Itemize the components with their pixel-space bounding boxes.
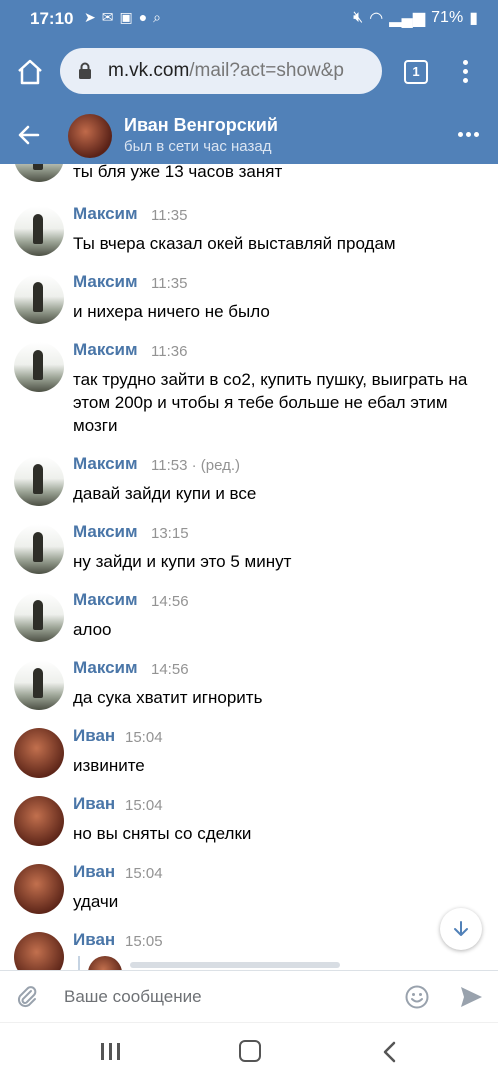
status-bar: 17:10 ➤ ✉ ▣ ● ⌕ 🔇︎ ◠ ▂▄▆ 71% ▮ [0, 0, 498, 38]
back-arrow-icon [18, 125, 40, 145]
message-time: 11:36 [151, 343, 188, 360]
message-time: 14:56 [151, 593, 189, 610]
status-time: 17:10 [30, 9, 74, 28]
chevron-left-icon [383, 1041, 396, 1063]
message-time: 15:05 [125, 933, 163, 950]
paperclip-icon [17, 986, 37, 1008]
emoji-icon [405, 985, 429, 1009]
gallery-icon: ▣ [119, 9, 133, 25]
forwarded-preview [130, 962, 340, 968]
system-icons: 🔇︎ ◠ ▂▄▆ 71% ▮ [353, 8, 478, 28]
author-avatar[interactable] [14, 592, 64, 642]
chat-header: Иван Венгорский был в сети час назад [0, 106, 498, 164]
battery-icon: ▮ [469, 10, 478, 27]
author-name[interactable]: Максим [73, 272, 138, 292]
message-time: 13:15 [151, 525, 189, 542]
message-text: удачи [73, 892, 119, 911]
notification-icons: ➤ ✉ ▣ ● ⌕ [84, 9, 161, 26]
signal-icon: ▂▄▆ [389, 10, 426, 27]
message-time: 11:35 [151, 275, 188, 292]
send-icon [461, 987, 482, 1007]
home-button[interactable] [14, 56, 46, 88]
author-name[interactable]: Максим [73, 454, 138, 474]
contact-name[interactable]: Иван Венгорский [124, 115, 278, 136]
author-avatar[interactable] [14, 864, 64, 914]
author-name[interactable]: Иван [73, 862, 115, 882]
lock-icon [79, 62, 91, 79]
telegram-icon: ➤ [84, 9, 96, 25]
message-text: давай зайди купи и все [73, 484, 257, 503]
chat-menu-button[interactable] [458, 132, 479, 137]
mail-icon: ✉ [101, 9, 114, 25]
message-time: 14:56 [151, 661, 189, 678]
message-text: и нихера ничего не было [73, 302, 270, 321]
message-time: 15:04 [125, 729, 163, 746]
message-time: 15:04 [125, 865, 163, 882]
emoji-button[interactable] [404, 984, 430, 1015]
battery-percent: 71% [431, 9, 464, 26]
author-avatar[interactable] [14, 524, 64, 574]
forwarded-avatar [88, 956, 122, 970]
system-home-button[interactable] [239, 1040, 261, 1062]
scroll-down-button[interactable] [440, 908, 482, 950]
author-name[interactable]: Максим [73, 204, 138, 224]
author-avatar[interactable] [14, 660, 64, 710]
author-name[interactable]: Иван [73, 930, 115, 950]
mute-icon: 🔇︎ [353, 9, 364, 26]
contact-status: был в сети час назад [124, 138, 272, 155]
send-button[interactable] [458, 984, 484, 1015]
forwarded-message[interactable] [78, 956, 380, 970]
message-time: 11:53 · (ред.) [151, 457, 241, 474]
author-avatar[interactable] [14, 796, 64, 846]
author-name[interactable]: Максим [73, 340, 138, 360]
message-text: извините [73, 756, 145, 775]
author-avatar[interactable] [14, 164, 64, 182]
message-text: алоо [73, 620, 112, 639]
system-nav-bar [0, 1022, 498, 1081]
address-bar[interactable]: m.vk.com/mail?act=show&p [60, 48, 382, 94]
message-text: ты бля уже 13 часов занят [73, 164, 283, 181]
message-composer [0, 970, 498, 1023]
message-input[interactable] [64, 984, 384, 1010]
message-time: 11:35 [151, 207, 188, 224]
home-icon [18, 59, 42, 85]
browser-menu-button[interactable] [458, 58, 472, 86]
message-text: так трудно зайти в со2, купить пушку, вы… [73, 370, 468, 435]
search-icon: ⌕ [153, 9, 162, 25]
author-name[interactable]: Максим [73, 522, 138, 542]
author-name[interactable]: Иван [73, 794, 115, 814]
author-avatar[interactable] [14, 274, 64, 324]
message-list[interactable]: ты бля уже 13 часов занят Максим 11:35 Т… [0, 164, 498, 970]
message-text: да сука хватит игнорить [73, 688, 263, 707]
message-text: но вы сняты со сделки [73, 824, 252, 843]
contact-avatar[interactable] [68, 114, 112, 158]
author-avatar[interactable] [14, 342, 64, 392]
wifi-icon: ◠ [369, 10, 384, 27]
url-path: /mail?act=show&p [189, 60, 344, 81]
author-avatar[interactable] [14, 206, 64, 256]
location-icon: ● [138, 9, 148, 25]
author-name[interactable]: Максим [73, 658, 138, 678]
arrow-down-icon [454, 921, 468, 936]
message-time: 15:04 [125, 797, 163, 814]
author-avatar[interactable] [14, 728, 64, 778]
system-back-button[interactable] [382, 1041, 398, 1068]
back-button[interactable] [16, 122, 42, 148]
message-text: Ты вчера сказал окей выставляй продам [73, 234, 396, 253]
url-host: m.vk.com [108, 60, 190, 81]
tabs-button[interactable]: 1 [404, 60, 428, 84]
attach-button[interactable] [14, 984, 40, 1015]
message-text: ну зайди и купи это 5 минут [73, 552, 292, 571]
author-name[interactable]: Иван [73, 726, 115, 746]
url-text: m.vk.com/mail?act=show&p [108, 60, 344, 82]
author-avatar[interactable] [14, 932, 64, 970]
author-avatar[interactable] [14, 456, 64, 506]
recent-apps-button[interactable] [101, 1043, 120, 1060]
browser-toolbar: m.vk.com/mail?act=show&p 1 [0, 38, 498, 106]
message-item: ты бля уже 13 часов занят [0, 164, 498, 184]
author-name[interactable]: Максим [73, 590, 138, 610]
